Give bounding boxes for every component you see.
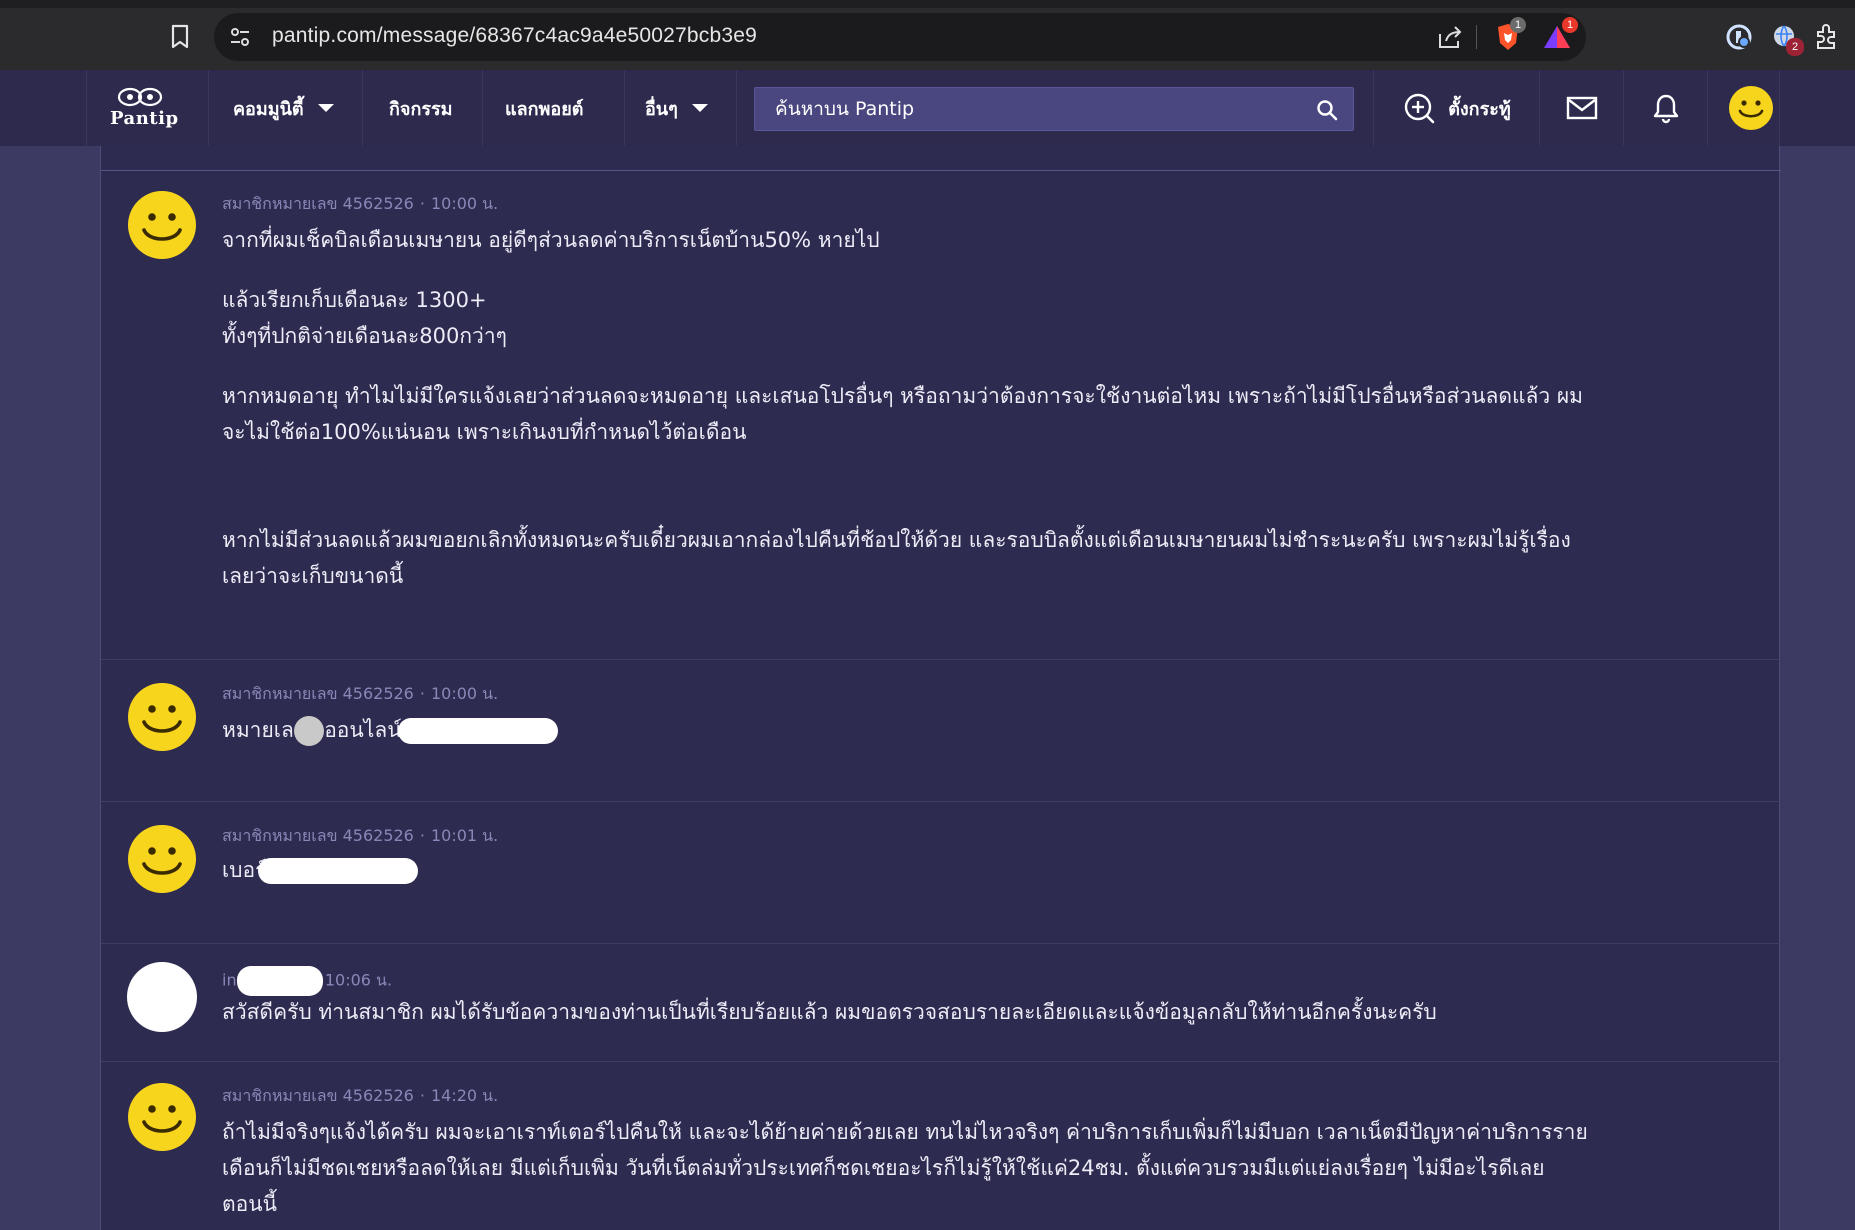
smiley-avatar-icon [128, 191, 196, 259]
search-input[interactable] [755, 98, 1295, 120]
message-line: จะไม่ใช้ต่อ100%แน่นอน เพราะเกินงบที่กำหน… [222, 420, 747, 444]
message-line: เลยว่าจะเก็บขนาดนี้ [222, 564, 404, 588]
messages-button[interactable] [1539, 70, 1623, 146]
message-time: 10:06 น. [324, 970, 393, 990]
logo-mark-icon [117, 87, 163, 107]
pantip-logo[interactable]: Pantip [110, 86, 179, 132]
extension-badge: 2 [1786, 38, 1804, 56]
search-icon[interactable] [1315, 98, 1339, 122]
post-topic-label: ตั้งกระทู้ [1448, 98, 1511, 120]
bell-icon [1653, 94, 1678, 124]
add-post-icon [1405, 93, 1435, 124]
nav-others-label: อื่นๆ [645, 98, 678, 120]
message-item: สมาชิกหมายเลข 4562526 · 10:00 น. จากที่ผมเ… [101, 170, 1781, 660]
brave-shields-icon[interactable]: 1 [1492, 17, 1526, 53]
message-body: จากที่ผมเช็คบิลเดือนเมษายน อยู่ดีๆส่วนลด… [222, 222, 1722, 594]
message-line: ถ้าไม่มีจริงๆแจ้งได้ครับ ผมจะเอาเราท์เตอ… [222, 1120, 1588, 1144]
user-avatar [127, 962, 197, 1032]
smiley-avatar-icon [128, 825, 196, 893]
message-meta: สมาชิกหมายเลข 4562526 · 10:00 น. [222, 684, 499, 703]
site-settings-icon[interactable] [228, 25, 252, 49]
message-line: หากหมดอายุ ทำไมไม่มีใครแจ้งเลยว่าส่วนลดจ… [222, 384, 1584, 408]
message-line: ทั้งๆที่ปกติจ่ายเดือนละ800กว่าๆ [222, 324, 507, 348]
message-line: ตอนนี้ [222, 1192, 277, 1216]
bookmark-icon[interactable] [165, 22, 195, 52]
nav-points[interactable]: แลกพอยต์ [482, 70, 624, 146]
url-text[interactable]: pantip.com/message/68367c4ac9a4e50027bcb… [272, 24, 757, 48]
message-line: สวัสดีครับ ท่านสมาชิก ผมได้รับข้อความของ… [222, 1000, 1437, 1024]
message-meta: สมาชิกหมายเลข 4562526 · 14:20 น. [222, 1086, 499, 1105]
message-meta: สมาชิกหมายเลข 4562526 · 10:00 น. [222, 194, 499, 213]
redacted-mark [294, 716, 325, 746]
message-line: เดือนก็ไม่มีชดเชยหรือลดให้เลย มีแต่เก็บเ… [222, 1156, 1545, 1180]
translate-extension-icon[interactable]: 2 [1770, 22, 1804, 56]
message-time: 10:00 น. [430, 194, 499, 213]
message-time: 14:20 น. [430, 1086, 499, 1105]
message-meta: สมาชิกหมายเลข 4562526 · 10:01 น. [222, 826, 499, 845]
message-item: สมาชิกหมายเลข 4562526 · 10:00 น. หมายเลข ออ… [101, 660, 1781, 802]
tab-strip [0, 0, 1855, 8]
search-box[interactable] [754, 87, 1354, 131]
message-line: หากไม่มีส่วนลดแล้วผมขอยกเลิกทั้งหมดนะครั… [222, 528, 1571, 552]
author-name[interactable]: สมาชิกหมายเลข 4562526 [222, 194, 414, 213]
author-name[interactable]: สมาชิกหมายเลข 4562526 [222, 826, 414, 845]
nav-points-label: แลกพอยต์ [505, 98, 584, 120]
message-item: int 10:06 น. สวัสดีครับ ท่านสมาชิก ผมได้ร… [101, 944, 1781, 1062]
redacted-mark [236, 966, 323, 996]
nav-community-label: คอมมูนิตี้ [233, 98, 304, 120]
extensions-icon[interactable] [1813, 22, 1843, 52]
message-item: สมาชิกหมายเลข 4562526 · 14:20 น. ถ้าไม่มีจ… [101, 1062, 1781, 1230]
message-thread: สมาชิกหมายเลข 4562526 · 10:00 น. จากที่ผมเ… [100, 146, 1781, 1230]
message-body: สวัสดีครับ ท่านสมาชิก ผมได้รับข้อความของ… [222, 994, 1722, 1030]
smiley-avatar-icon [128, 1083, 196, 1151]
share-icon[interactable] [1436, 24, 1464, 50]
site-navbar: Pantip คอมมูนิตี้ กิจกรรม แลกพอยต์ อื่นๆ… [0, 70, 1855, 146]
nav-community[interactable]: คอมมูนิตี้ [208, 70, 362, 146]
redacted-mark [258, 858, 419, 884]
post-topic-button[interactable]: ตั้งกระทู้ [1373, 70, 1539, 146]
message-item: สมาชิกหมายเลข 4562526 · 10:01 น. เบอร์ [101, 802, 1781, 944]
divider [1476, 25, 1477, 49]
message-body: เบอร์ [222, 852, 1722, 888]
message-body: หมายเลข ออนไลน์ [222, 712, 1722, 748]
message-meta: int 10:06 น. [222, 966, 392, 996]
brave-badge: 1 [1510, 17, 1526, 33]
nav-divider [736, 70, 737, 146]
author-name[interactable]: สมาชิกหมายเลข 4562526 [222, 684, 414, 703]
message-body: ถ้าไม่มีจริงๆแจ้งได้ครับ ผมจะเอาเราท์เตอ… [222, 1114, 1722, 1222]
redacted-mark [397, 718, 558, 744]
logo-text: Pantip [110, 108, 179, 129]
nav-activity-label: กิจกรรม [389, 98, 453, 120]
message-time: 10:01 น. [430, 826, 499, 845]
nav-activity[interactable]: กิจกรรม [362, 70, 482, 146]
brave-rewards-icon[interactable]: 1 [1540, 17, 1578, 53]
password-manager-icon[interactable] [1724, 22, 1754, 52]
smiley-avatar-icon [128, 683, 196, 751]
chevron-down-icon [691, 104, 708, 112]
nav-others[interactable]: อื่นๆ [624, 70, 736, 146]
message-line: จากที่ผมเช็คบิลเดือนเมษายน อยู่ดีๆส่วนลด… [222, 228, 880, 252]
message-time: 10:00 น. [430, 684, 499, 703]
author-name[interactable]: สมาชิกหมายเลข 4562526 [222, 1086, 414, 1105]
rewards-badge: 1 [1562, 17, 1578, 33]
user-menu-button[interactable] [1707, 70, 1793, 146]
message-text: ออนไลน์ [324, 718, 402, 742]
mail-icon [1566, 96, 1597, 120]
address-bar[interactable]: pantip.com/message/68367c4ac9a4e50027bcb… [214, 13, 1586, 61]
chevron-down-icon [317, 104, 334, 112]
notifications-button[interactable] [1623, 70, 1707, 146]
smiley-avatar-icon [1728, 86, 1773, 130]
browser-toolbar: pantip.com/message/68367c4ac9a4e50027bcb… [0, 0, 1855, 70]
message-line: แล้วเรียกเก็บเดือนละ 1300+ [222, 288, 487, 312]
